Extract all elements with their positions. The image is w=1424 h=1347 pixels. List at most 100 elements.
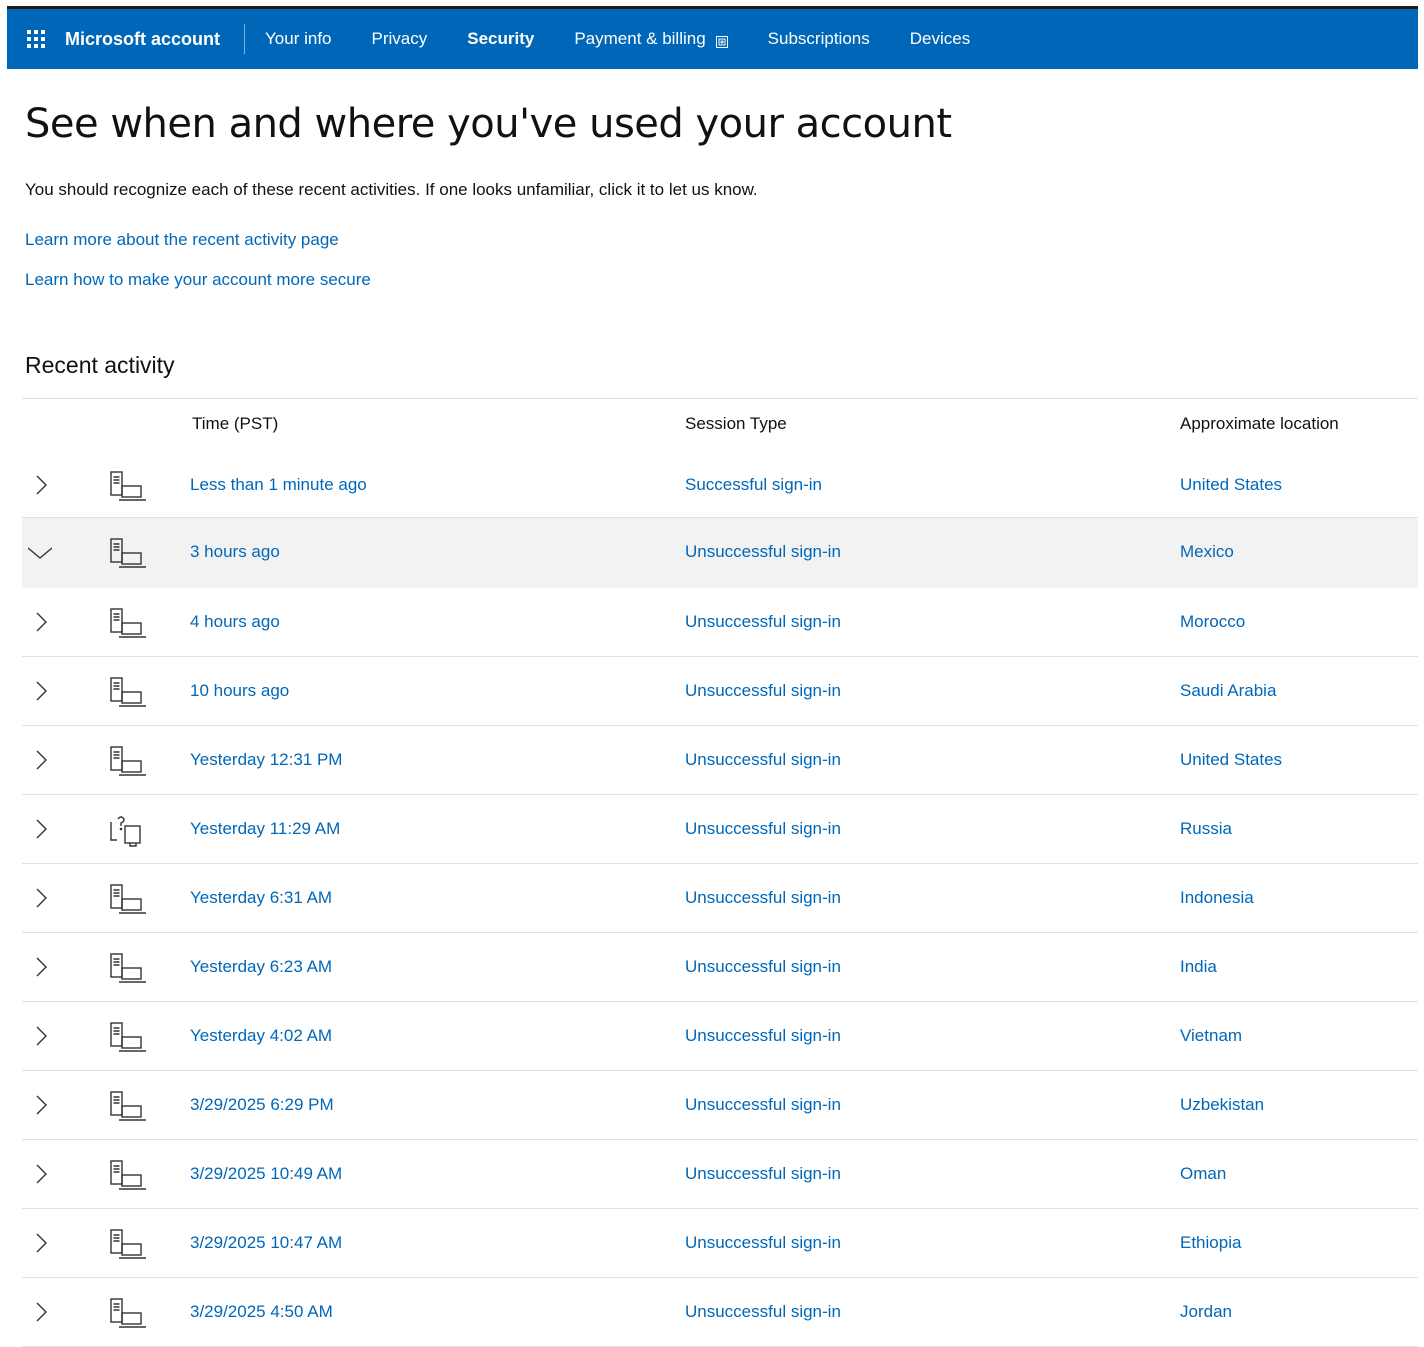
computer-icon	[108, 537, 146, 571]
row-session-link[interactable]: Unsuccessful sign-in	[685, 888, 841, 908]
row-location-link[interactable]: United States	[1180, 475, 1282, 495]
row-session-link[interactable]: Unsuccessful sign-in	[685, 1302, 841, 1322]
table-header: Time (PST) Session Type Approximate loca…	[22, 398, 1418, 451]
computer-icon	[108, 1228, 146, 1262]
nav-privacy[interactable]: Privacy	[372, 29, 428, 49]
row-location-link[interactable]: Oman	[1180, 1164, 1226, 1184]
chevron-right-icon[interactable]	[28, 1231, 52, 1255]
computer-icon	[108, 1159, 146, 1193]
activity-table: Time (PST) Session Type Approximate loca…	[22, 398, 1418, 1347]
row-location-link[interactable]: Morocco	[1180, 612, 1245, 632]
chevron-down-icon[interactable]	[27, 540, 53, 564]
row-time-link[interactable]: Yesterday 6:23 AM	[190, 957, 332, 977]
row-session-link[interactable]: Successful sign-in	[685, 475, 822, 495]
row-location-link[interactable]: Saudi Arabia	[1180, 681, 1276, 701]
row-location-link[interactable]: India	[1180, 957, 1217, 977]
table-row[interactable]: Yesterday 12:31 PM Unsuccessful sign-in Un…	[22, 726, 1418, 795]
computer-icon	[108, 745, 146, 779]
computer-icon	[108, 676, 146, 710]
chevron-right-icon[interactable]	[28, 955, 52, 979]
computer-icon	[108, 607, 146, 641]
table-row[interactable]: 10 hours ago Unsuccessful sign-in Saudi Ar…	[22, 657, 1418, 726]
row-session-link[interactable]: Unsuccessful sign-in	[685, 1095, 841, 1115]
row-time-link[interactable]: 3/29/2025 10:47 AM	[190, 1233, 342, 1253]
computer-icon	[108, 1021, 146, 1055]
table-row[interactable]: Yesterday 11:29 AM Unsuccessful sign-in Ru…	[22, 795, 1418, 864]
column-header-location: Approximate location	[1180, 414, 1339, 433]
row-session-link[interactable]: Unsuccessful sign-in	[685, 681, 841, 701]
computer-icon	[108, 952, 146, 986]
table-row[interactable]: Yesterday 6:31 AM Unsuccessful sign-in Ind…	[22, 864, 1418, 933]
table-row[interactable]: 3/29/2025 6:29 PM Unsuccessful sign-in Uzb…	[22, 1071, 1418, 1140]
chevron-right-icon[interactable]	[28, 886, 52, 910]
row-session-link[interactable]: Unsuccessful sign-in	[685, 1233, 841, 1253]
chevron-right-icon[interactable]	[28, 1300, 52, 1324]
table-row[interactable]: 3/29/2025 10:47 AM Unsuccessful sign-in Et…	[22, 1209, 1418, 1278]
row-location-link[interactable]: Mexico	[1180, 542, 1234, 562]
row-time-link[interactable]: 3/29/2025 4:50 AM	[190, 1302, 333, 1322]
row-location-link[interactable]: Uzbekistan	[1180, 1095, 1264, 1115]
row-session-link[interactable]: Unsuccessful sign-in	[685, 612, 841, 632]
table-row[interactable]: 3/29/2025 10:49 AM Unsuccessful sign-in Om…	[22, 1140, 1418, 1209]
table-row[interactable]: Less than 1 minute ago Successful sign-in…	[22, 451, 1418, 518]
chevron-right-icon[interactable]	[28, 1024, 52, 1048]
top-nav: Microsoft account Your info Privacy Secu…	[7, 9, 1418, 69]
recent-activity-heading: Recent activity	[25, 352, 175, 378]
app-launcher-icon[interactable]	[7, 9, 65, 69]
row-location-link[interactable]: Russia	[1180, 819, 1232, 839]
row-session-link[interactable]: Unsuccessful sign-in	[685, 819, 841, 839]
row-location-link[interactable]: United States	[1180, 750, 1282, 770]
row-location-link[interactable]: Ethiopia	[1180, 1233, 1241, 1253]
table-row[interactable]: Yesterday 4:02 AM Unsuccessful sign-in Vie…	[22, 1002, 1418, 1071]
row-time-link[interactable]: 3/29/2025 10:49 AM	[190, 1164, 342, 1184]
column-header-time: Time (PST)	[192, 414, 279, 433]
activity-rows: Less than 1 minute ago Successful sign-in…	[22, 451, 1418, 1347]
nav-payment-billing[interactable]: Payment & billing	[574, 29, 728, 49]
chevron-right-icon[interactable]	[28, 610, 52, 634]
nav-payment-billing-label: Payment & billing	[574, 29, 706, 48]
table-row[interactable]: 4 hours ago Unsuccessful sign-in Morocco	[22, 588, 1418, 657]
chevron-right-icon[interactable]	[28, 679, 52, 703]
intro-text: You should recognize each of these recen…	[25, 180, 758, 199]
row-time-link[interactable]: Yesterday 4:02 AM	[190, 1026, 332, 1046]
row-session-link[interactable]: Unsuccessful sign-in	[685, 1026, 841, 1046]
row-time-link[interactable]: Yesterday 6:31 AM	[190, 888, 332, 908]
row-session-link[interactable]: Unsuccessful sign-in	[685, 1164, 841, 1184]
brand-link[interactable]: Microsoft account	[65, 24, 246, 54]
row-time-link[interactable]: 3 hours ago	[190, 542, 280, 562]
unknown-device-icon	[108, 814, 146, 848]
row-time-link[interactable]: 4 hours ago	[190, 612, 280, 632]
external-link-icon	[715, 33, 728, 48]
computer-icon	[108, 1090, 146, 1124]
nav-security[interactable]: Security	[467, 29, 534, 49]
row-location-link[interactable]: Jordan	[1180, 1302, 1232, 1322]
column-header-session: Session Type	[685, 414, 787, 433]
row-location-link[interactable]: Indonesia	[1180, 888, 1254, 908]
chevron-right-icon[interactable]	[28, 748, 52, 772]
row-session-link[interactable]: Unsuccessful sign-in	[685, 750, 841, 770]
nav-your-info[interactable]: Your info	[265, 29, 331, 49]
computer-icon	[108, 883, 146, 917]
row-time-link[interactable]: Yesterday 12:31 PM	[190, 750, 342, 770]
table-row[interactable]: 3 hours ago Unsuccessful sign-in Mexico	[22, 518, 1418, 588]
row-time-link[interactable]: Less than 1 minute ago	[190, 475, 367, 495]
learn-more-link[interactable]: Learn more about the recent activity pag…	[25, 230, 339, 250]
table-row[interactable]: Yesterday 6:23 AM Unsuccessful sign-in Ind…	[22, 933, 1418, 1002]
row-time-link[interactable]: 3/29/2025 6:29 PM	[190, 1095, 334, 1115]
row-session-link[interactable]: Unsuccessful sign-in	[685, 957, 841, 977]
row-time-link[interactable]: 10 hours ago	[190, 681, 289, 701]
row-session-link[interactable]: Unsuccessful sign-in	[685, 542, 841, 562]
chevron-right-icon[interactable]	[28, 1162, 52, 1186]
page-title: See when and where you've used your acco…	[25, 101, 952, 147]
row-time-link[interactable]: Yesterday 11:29 AM	[190, 819, 340, 839]
learn-secure-link[interactable]: Learn how to make your account more secu…	[25, 270, 371, 290]
nav-subscriptions[interactable]: Subscriptions	[768, 29, 870, 49]
chevron-right-icon[interactable]	[28, 817, 52, 841]
row-location-link[interactable]: Vietnam	[1180, 1026, 1242, 1046]
computer-icon	[108, 470, 146, 504]
computer-icon	[108, 1297, 146, 1331]
nav-devices[interactable]: Devices	[910, 29, 970, 49]
table-row[interactable]: 3/29/2025 4:50 AM Unsuccessful sign-in Jor…	[22, 1278, 1418, 1347]
chevron-right-icon[interactable]	[28, 473, 52, 497]
chevron-right-icon[interactable]	[28, 1093, 52, 1117]
